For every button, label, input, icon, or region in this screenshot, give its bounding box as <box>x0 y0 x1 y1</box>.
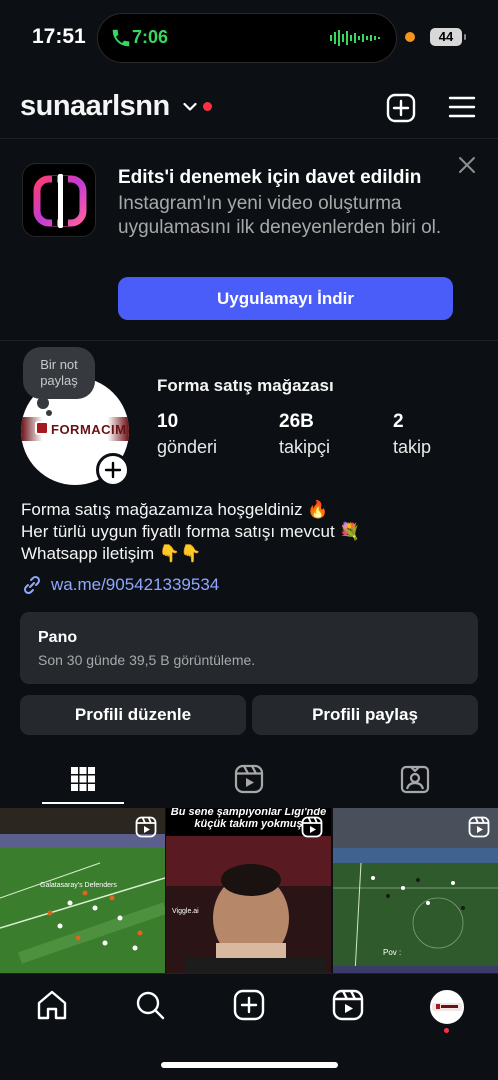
avatar-thumbnail <box>432 992 462 1022</box>
close-icon[interactable] <box>457 155 477 175</box>
stat-value: 10 <box>157 411 179 432</box>
professional-dashboard[interactable]: Pano Son 30 günde 39,5 B görüntüleme. <box>20 612 478 684</box>
display-name: Forma satış mağazası <box>157 376 334 395</box>
dynamic-island[interactable]: 7:06 <box>97 13 397 63</box>
search-icon[interactable] <box>133 988 167 1022</box>
clock: 17:51 <box>32 25 86 48</box>
tab-reels[interactable] <box>166 758 332 804</box>
mic-indicator <box>405 32 415 42</box>
reel-indicator-icon <box>135 816 157 838</box>
tagged-icon <box>400 765 430 794</box>
dashboard-subtitle: Son 30 günde 39,5 B görüntüleme. <box>38 652 256 668</box>
tab-tagged[interactable] <box>332 758 498 804</box>
invite-description: Instagram'ın yeni video oluşturma uygula… <box>118 193 442 238</box>
link-icon <box>23 575 41 595</box>
dashboard-title: Pano <box>38 629 78 646</box>
edit-profile-button[interactable]: Profili düzenle <box>20 695 246 735</box>
stat-label: takipçi <box>279 437 331 457</box>
tab-grid[interactable] <box>0 758 166 804</box>
note-bubble[interactable]: Bir not paylaş <box>23 347 95 399</box>
brand-logo-icon <box>35 421 49 435</box>
reel-indicator-icon <box>468 816 490 838</box>
bio-link[interactable]: wa.me/905421339534 <box>51 575 219 595</box>
grid-post[interactable]: Bu sene şampiyonlar Ligi'nde küçük takım… <box>166 808 331 973</box>
plus-icon <box>104 461 122 479</box>
reels-icon <box>234 764 264 794</box>
grid-icon <box>71 767 95 791</box>
reels-icon[interactable] <box>331 988 365 1022</box>
notification-dot <box>203 102 212 111</box>
note-bubble-tail-small <box>46 410 52 416</box>
active-tab-indicator <box>42 802 124 804</box>
avatar-brand-text: FORMACIM <box>51 422 127 437</box>
grid-post[interactable]: Pov : <box>333 808 498 973</box>
status-bar: 17:51 7:06 44 <box>0 0 498 72</box>
banner-divider <box>0 340 498 341</box>
grid-post[interactable]: Galatasaray's Defenders <box>0 808 165 973</box>
stat-value: 2 <box>393 411 404 432</box>
edits-logo-icon <box>33 174 87 228</box>
call-timer: 7:06 <box>132 27 169 47</box>
edits-app-logo <box>22 163 96 237</box>
username[interactable]: sunaarlsnn <box>20 90 170 123</box>
home-icon[interactable] <box>35 988 69 1022</box>
post-overlay-text: Galatasaray's Defenders <box>40 882 117 889</box>
share-profile-button[interactable]: Profili paylaş <box>252 695 478 735</box>
reel-indicator-icon <box>301 816 323 838</box>
invite-title: Edits'i denemek için davet edildin <box>118 167 422 188</box>
stat-followers[interactable]: 26B takipçi <box>279 411 330 460</box>
stat-following[interactable]: 2 takip <box>393 411 431 460</box>
stat-posts[interactable]: 10 gönderi <box>157 411 217 460</box>
notification-dot <box>444 1028 449 1033</box>
profile-avatar[interactable] <box>430 990 464 1024</box>
chevron-down-icon[interactable] <box>183 102 197 112</box>
battery-indicator: 44 <box>430 28 466 46</box>
audio-wave-icon <box>330 30 380 46</box>
stat-label: gönderi <box>157 437 218 457</box>
post-watermark: Viggle.ai <box>172 908 199 915</box>
bio-text: Forma satış mağazamıza hoşgeldiniz 🔥 Her… <box>21 500 361 563</box>
stat-label: takip <box>393 437 432 457</box>
post-overlay-text: Pov : <box>383 948 402 957</box>
home-indicator[interactable] <box>161 1062 338 1068</box>
stat-value: 26B <box>279 411 314 432</box>
add-story-button[interactable] <box>96 453 130 487</box>
profile-header: sunaarlsnn <box>0 84 498 132</box>
create-icon[interactable] <box>232 988 266 1022</box>
header-divider <box>0 138 498 139</box>
download-app-button[interactable]: Uygulamayı İndir <box>118 277 453 320</box>
create-icon[interactable] <box>386 93 416 123</box>
menu-icon[interactable] <box>448 95 476 119</box>
note-bubble-tail <box>37 397 49 409</box>
phone-icon <box>112 29 130 47</box>
